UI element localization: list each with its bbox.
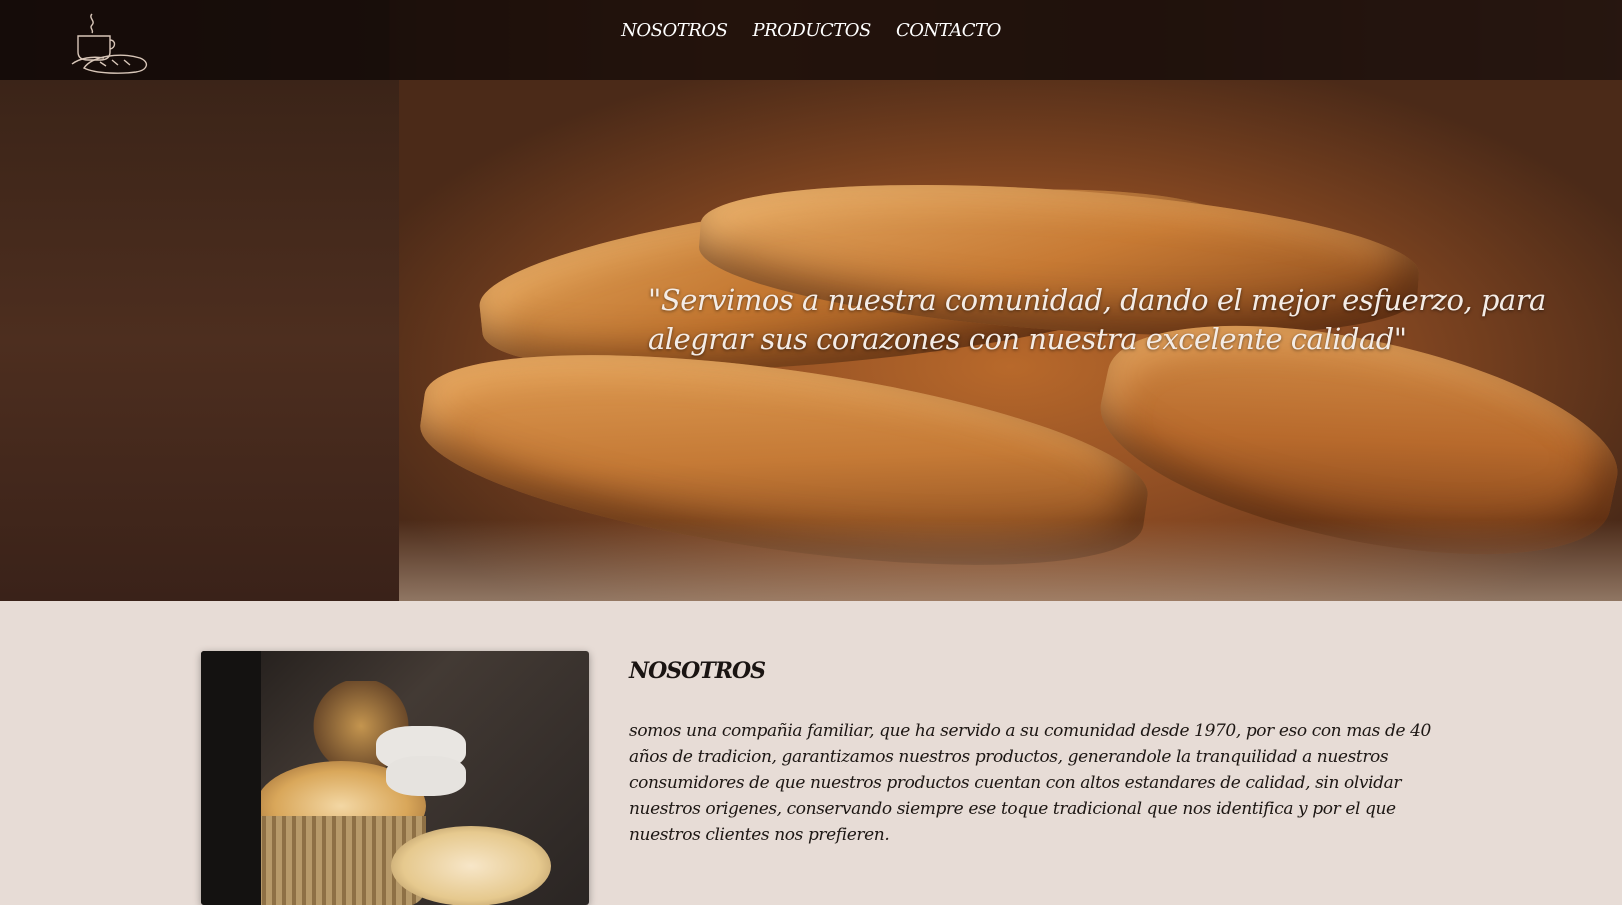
nav-link-productos[interactable]: PRODUCTOS xyxy=(753,20,872,41)
nav-link-contacto[interactable]: CONTACTO xyxy=(896,20,1001,41)
hero-section: "Servimos a nuestra comunidad, dando el … xyxy=(0,0,1622,601)
about-title: NOSOTROS xyxy=(629,658,766,684)
bakery-photo xyxy=(201,651,589,905)
hero-quote: "Servimos a nuestra comunidad, dando el … xyxy=(648,283,1546,356)
top-navbar: NOSOTROS PRODUCTOS CONTACTO xyxy=(0,0,1622,80)
about-description: somos una compañia familiar, que ha serv… xyxy=(629,721,1431,845)
hero-left-shade xyxy=(0,80,399,601)
nav-link-nosotros[interactable]: NOSOTROS xyxy=(621,20,728,41)
main-menu: NOSOTROS PRODUCTOS CONTACTO xyxy=(0,20,1622,41)
